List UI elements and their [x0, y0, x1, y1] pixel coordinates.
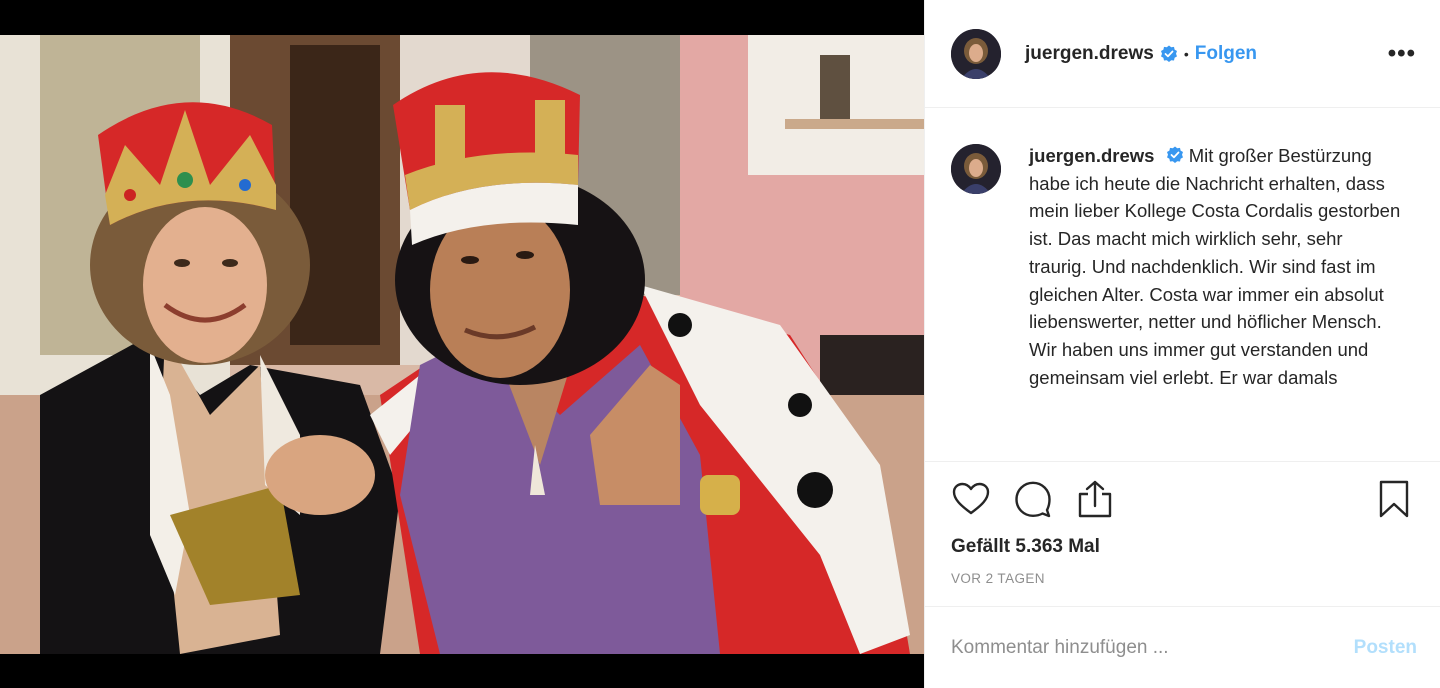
header-username[interactable]: juergen.drews: [1025, 43, 1154, 65]
avatar-image: [951, 28, 1001, 79]
like-button[interactable]: [951, 479, 991, 519]
bookmark-icon: [1379, 480, 1409, 518]
comment-form: Posten: [925, 606, 1440, 688]
caption-verified-badge-icon: [1166, 144, 1184, 163]
heart-icon: [952, 482, 990, 515]
follow-button[interactable]: Folgen: [1195, 43, 1257, 65]
caption-body: Mit großer Bestürzung habe ich heute die…: [1029, 145, 1401, 388]
action-bar: [925, 462, 1440, 536]
comment-button[interactable]: [1013, 479, 1053, 519]
photo-illustration: [0, 35, 924, 654]
likes-count[interactable]: Gefällt 5.363 Mal: [925, 536, 1440, 562]
save-button[interactable]: [1374, 479, 1414, 519]
post-header: juergen.drews • Folgen •••: [925, 0, 1440, 108]
caption-text-block: juergen.drews Mit großer Bestürzung habe…: [1029, 142, 1401, 461]
comment-input[interactable]: [951, 636, 1321, 659]
post-media: [0, 0, 924, 688]
post-photo[interactable]: [0, 35, 924, 654]
share-button[interactable]: [1075, 479, 1115, 519]
avatar[interactable]: [951, 28, 1001, 79]
share-icon: [1078, 480, 1112, 518]
caption-avatar[interactable]: [951, 144, 1001, 194]
caption-username[interactable]: juergen.drews: [1029, 145, 1154, 166]
post-comment-button[interactable]: Posten: [1354, 637, 1417, 659]
verified-badge-icon: [1160, 45, 1178, 63]
post-side-panel: juergen.drews • Folgen ••• juergen.drews: [924, 0, 1440, 688]
post-timestamp[interactable]: VOR 2 TAGEN: [925, 571, 1440, 591]
comment-bubble-icon: [1015, 481, 1051, 518]
header-separator: •: [1183, 45, 1189, 62]
caption-section: juergen.drews Mit großer Bestürzung habe…: [925, 108, 1440, 462]
more-dots-icon[interactable]: •••: [1388, 40, 1416, 68]
caption-avatar-image: [951, 144, 1001, 194]
